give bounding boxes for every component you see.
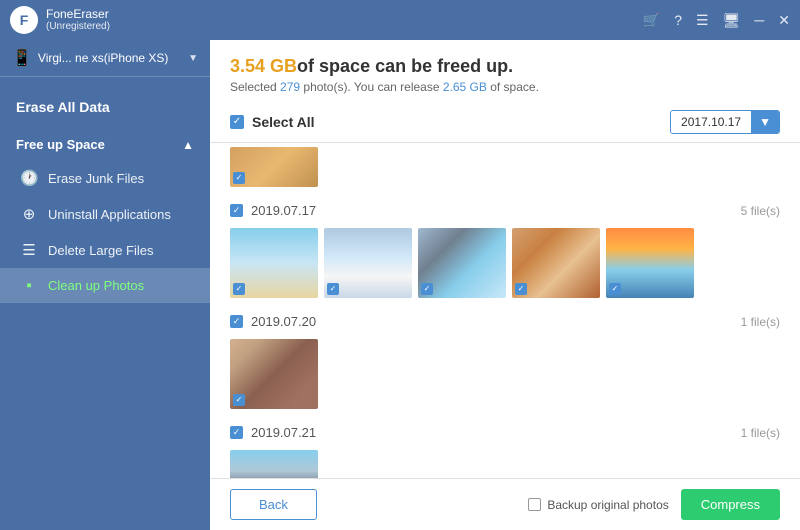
minimize-icon[interactable]: ─ xyxy=(754,12,764,28)
photo-thumb[interactable]: ✓ xyxy=(230,228,318,298)
partial-photo-row: ✓ xyxy=(230,147,780,187)
date-group-checkbox-2[interactable]: ✓ xyxy=(230,315,243,328)
file-count-3: 1 file(s) xyxy=(741,426,780,440)
photo-grid-1: ✓ ✓ ✓ ✓ ✓ xyxy=(230,228,780,298)
select-all-checkbox[interactable]: ✓ xyxy=(230,115,244,129)
back-button[interactable]: Back xyxy=(230,489,317,520)
free-up-space-section: Free up Space ▲ 🕐 Erase Junk Files ⊕ Uni… xyxy=(0,125,210,307)
close-icon[interactable]: ✕ xyxy=(778,12,790,29)
date-group-header-1[interactable]: ✓ 2019.07.17 5 file(s) xyxy=(230,197,780,224)
date-group-header-2[interactable]: ✓ 2019.07.20 1 file(s) xyxy=(230,308,780,335)
space-amount: 3.54 GB xyxy=(230,56,297,76)
content-footer: Back Backup original photos Compress xyxy=(210,478,800,530)
menu-icon[interactable]: ☰ xyxy=(696,12,709,29)
checkbox-check-icon: ✓ xyxy=(233,117,241,127)
date-label-2: 2019.07.20 xyxy=(251,314,316,329)
photo-thumb[interactable]: ✓ xyxy=(230,450,318,478)
date-group-checkbox-1[interactable]: ✓ xyxy=(230,204,243,217)
sidebar-item-erase-junk[interactable]: 🕐 Erase Junk Files xyxy=(0,160,210,196)
device-selector[interactable]: 📱 Virgi... ne xs(iPhone XS) ▼ xyxy=(0,40,210,77)
monitor-icon[interactable]: 🖥 xyxy=(723,12,741,29)
content-toolbar: ✓ Select All 2017.10.17 ▼ xyxy=(210,102,800,143)
green-square-icon: ▪ xyxy=(20,277,38,294)
thumb-checkbox[interactable]: ✓ xyxy=(609,283,621,295)
date-label-1: 2019.07.17 xyxy=(251,203,316,218)
title-bar-controls: 🛒 ? ☰ 🖥 ─ ✕ xyxy=(643,12,790,29)
clock-icon: 🕐 xyxy=(20,169,38,187)
thumb-checkbox[interactable]: ✓ xyxy=(421,283,433,295)
date-label-3: 2019.07.21 xyxy=(251,425,316,440)
list-icon: ☰ xyxy=(20,241,38,259)
free-up-space-header: Free up Space ▲ xyxy=(0,129,210,160)
select-all-label: Select All xyxy=(252,114,315,130)
thumb-checkbox[interactable]: ✓ xyxy=(233,394,245,406)
photo-thumb[interactable]: ✓ xyxy=(512,228,600,298)
photo-thumb[interactable]: ✓ xyxy=(418,228,506,298)
date-group-3: ✓ 2019.07.21 1 file(s) ✓ xyxy=(230,419,780,478)
file-count-1: 5 file(s) xyxy=(741,204,780,218)
chevron-down-icon: ▼ xyxy=(188,53,198,64)
thumb-checkbox[interactable]: ✓ xyxy=(327,283,339,295)
plus-circle-icon: ⊕ xyxy=(20,205,38,223)
backup-label: Backup original photos xyxy=(547,498,668,512)
thumb-checkbox[interactable]: ✓ xyxy=(233,283,245,295)
thumb-checkbox[interactable]: ✓ xyxy=(233,172,245,184)
sidebar-item-uninstall-apps[interactable]: ⊕ Uninstall Applications xyxy=(0,196,210,232)
photo-thumb[interactable]: ✓ xyxy=(324,228,412,298)
file-count-2: 1 file(s) xyxy=(741,315,780,329)
date-filter-text: 2017.10.17 xyxy=(671,111,751,133)
title-bar-left: F FoneEraser (Unregistered) xyxy=(10,6,110,34)
date-filter-dropdown[interactable]: 2017.10.17 ▼ xyxy=(670,110,780,134)
photo-thumb[interactable]: ✓ xyxy=(606,228,694,298)
cart-icon[interactable]: 🛒 xyxy=(643,12,660,29)
content-area: 3.54 GBof space can be freed up. Selecte… xyxy=(210,40,800,530)
device-name: Virgi... ne xs(iPhone XS) xyxy=(38,51,169,65)
sidebar: 📱 Virgi... ne xs(iPhone XS) ▼ Erase All … xyxy=(0,40,210,530)
footer-right: Backup original photos Compress xyxy=(528,489,780,520)
space-freed-title: 3.54 GBof space can be freed up. xyxy=(230,56,780,77)
photo-grid-2: ✓ xyxy=(230,339,780,409)
photo-grid-3: ✓ xyxy=(230,450,780,478)
compress-button[interactable]: Compress xyxy=(681,489,780,520)
backup-original-checkbox[interactable] xyxy=(528,498,541,511)
photo-thumb[interactable]: ✓ xyxy=(230,339,318,409)
space-freed-subtitle: Selected 279 photo(s). You can release 2… xyxy=(230,80,780,94)
app-name: FoneEraser (Unregistered) xyxy=(46,7,110,33)
sidebar-item-delete-large[interactable]: ☰ Delete Large Files xyxy=(0,232,210,268)
sidebar-item-clean-photos[interactable]: ▪ Clean up Photos xyxy=(0,268,210,303)
select-all-row: ✓ Select All xyxy=(230,114,315,130)
app-icon: F xyxy=(10,6,38,34)
thumb-checkbox[interactable]: ✓ xyxy=(515,283,527,295)
main-container: 📱 Virgi... ne xs(iPhone XS) ▼ Erase All … xyxy=(0,40,800,530)
collapse-icon[interactable]: ▲ xyxy=(182,138,194,152)
backup-checkbox-row: Backup original photos xyxy=(528,498,668,512)
content-header: 3.54 GBof space can be freed up. Selecte… xyxy=(210,40,800,102)
date-group-1: ✓ 2019.07.17 5 file(s) ✓ ✓ ✓ xyxy=(230,197,780,298)
title-bar: F FoneEraser (Unregistered) 🛒 ? ☰ 🖥 ─ ✕ xyxy=(0,0,800,40)
date-group-checkbox-3[interactable]: ✓ xyxy=(230,426,243,439)
photos-scroll[interactable]: ✓ ✓ 2019.07.17 5 file(s) ✓ xyxy=(210,143,800,478)
date-dropdown-btn[interactable]: ▼ xyxy=(751,111,779,133)
sidebar-item-erase-all[interactable]: Erase All Data xyxy=(0,89,210,125)
date-group-header-3[interactable]: ✓ 2019.07.21 1 file(s) xyxy=(230,419,780,446)
question-icon[interactable]: ? xyxy=(674,12,682,28)
sidebar-section: Erase All Data Free up Space ▲ 🕐 Erase J… xyxy=(0,77,210,319)
partial-thumb[interactable]: ✓ xyxy=(230,147,318,187)
date-group-2: ✓ 2019.07.20 1 file(s) ✓ xyxy=(230,308,780,409)
device-icon: 📱 xyxy=(12,48,32,68)
